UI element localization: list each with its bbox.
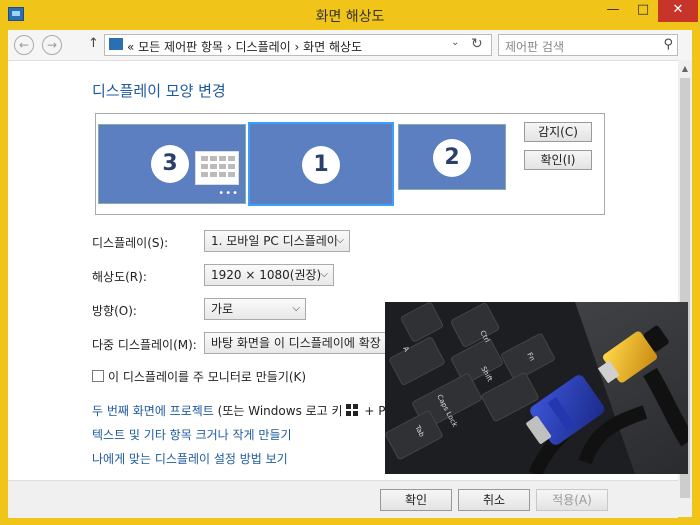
maximize-button[interactable]: □: [628, 0, 658, 22]
resolution-select[interactable]: 1920 × 1080(권장) ⌵: [204, 264, 334, 286]
back-arrow-icon[interactable]: ←: [14, 35, 34, 55]
monitor-arrangement: 3 ••• 1 2 감지(C) 확인(I): [95, 113, 605, 215]
detect-button[interactable]: 감지(C): [524, 122, 592, 142]
display-label: 디스플레이(S):: [92, 236, 169, 250]
search-input[interactable]: 제어판 검색 ⚲: [498, 34, 678, 56]
ok-button[interactable]: 확인: [380, 489, 452, 511]
identify-button[interactable]: 확인(I): [524, 150, 592, 170]
resolution-value: 1920 × 1080(권장): [211, 268, 322, 282]
cancel-button[interactable]: 취소: [458, 489, 530, 511]
dialog-button-bar: 확인 취소 적용(A): [8, 480, 678, 518]
text-size-link[interactable]: 텍스트 및 기타 항목 크거나 작게 만들기: [92, 426, 292, 443]
search-placeholder: 제어판 검색: [505, 40, 565, 54]
monitor-1[interactable]: 1: [248, 122, 394, 206]
apply-button[interactable]: 적용(A): [536, 489, 608, 511]
up-arrow-icon[interactable]: ↑: [88, 36, 99, 51]
search-icon[interactable]: ⚲: [663, 37, 673, 52]
multiple-displays-value: 바탕 화면을 이 디스플레이에 확장: [211, 336, 381, 350]
chevron-down-icon: ⌵: [320, 269, 328, 280]
orientation-label: 방향(O):: [92, 304, 137, 318]
more-dots-icon: •••: [218, 188, 239, 199]
monitor-2[interactable]: 2: [398, 124, 506, 190]
multiple-displays-label: 다중 디스플레이(M):: [92, 338, 197, 352]
navigation-bar: ← → ↑ « 모든 제어판 항목 › 디스플레이 › 화면 해상도 ⌄ ↻ 제…: [8, 30, 692, 61]
main-display-checkbox[interactable]: [92, 370, 104, 382]
chevron-down-icon[interactable]: ⌄: [451, 37, 459, 48]
address-bar[interactable]: « 모든 제어판 항목 › 디스플레이 › 화면 해상도 ⌄ ↻: [104, 34, 492, 56]
monitor-number: 1: [302, 146, 340, 184]
project-link-text[interactable]: 두 번째 화면에 프로젝트: [92, 404, 214, 418]
control-panel-icon: [109, 38, 123, 50]
display-select[interactable]: 1. 모바일 PC 디스플레이 ⌵: [204, 230, 350, 252]
refresh-icon[interactable]: ↻: [471, 36, 483, 52]
display-settings-help-link[interactable]: 나에게 맞는 디스플레이 설정 방법 보기: [92, 450, 288, 467]
breadcrumb[interactable]: « 모든 제어판 항목 › 디스플레이 › 화면 해상도: [127, 38, 362, 55]
minimize-button[interactable]: —: [598, 0, 628, 22]
display-value: 1. 모바일 PC 디스플레이: [211, 234, 338, 248]
monitor-3[interactable]: 3 •••: [98, 124, 246, 204]
windows-logo-icon: [345, 404, 358, 416]
close-button[interactable]: ✕: [658, 0, 698, 22]
keyboard-hdmi-vga-photo: Ctrl Shift Caps Lock Tab A Fn: [385, 302, 688, 474]
main-display-checkbox-label[interactable]: 이 디스플레이를 주 모니터로 만들기(K): [108, 368, 306, 385]
project-link[interactable]: 두 번째 화면에 프로젝트 (또는 Windows 로고 키 + P 키: [92, 402, 400, 419]
display-settings-window: 화면 해상도 — □ ✕ ← → ↑ « 모든 제어판 항목 › 디스플레이 ›…: [0, 0, 700, 525]
resolution-label: 해상도(R):: [92, 270, 147, 284]
orientation-select[interactable]: 가로 ⌵: [204, 298, 306, 320]
page-title: 디스플레이 모양 변경: [92, 82, 226, 100]
window-title: 화면 해상도: [315, 9, 385, 25]
scroll-up-icon[interactable]: ▲: [678, 64, 692, 73]
chevron-down-icon: ⌵: [292, 303, 300, 314]
project-hint: (또는 Windows 로고 키: [213, 404, 343, 418]
forward-arrow-icon[interactable]: →: [42, 35, 62, 55]
start-screen-icon: [195, 151, 239, 185]
title-bar[interactable]: 화면 해상도 — □ ✕: [0, 0, 700, 30]
multiple-displays-select[interactable]: 바탕 화면을 이 디스플레이에 확장: [204, 332, 404, 354]
orientation-value: 가로: [211, 302, 234, 316]
monitor-number: 3: [151, 145, 189, 183]
chevron-down-icon: ⌵: [336, 235, 344, 246]
monitor-number: 2: [433, 139, 471, 177]
